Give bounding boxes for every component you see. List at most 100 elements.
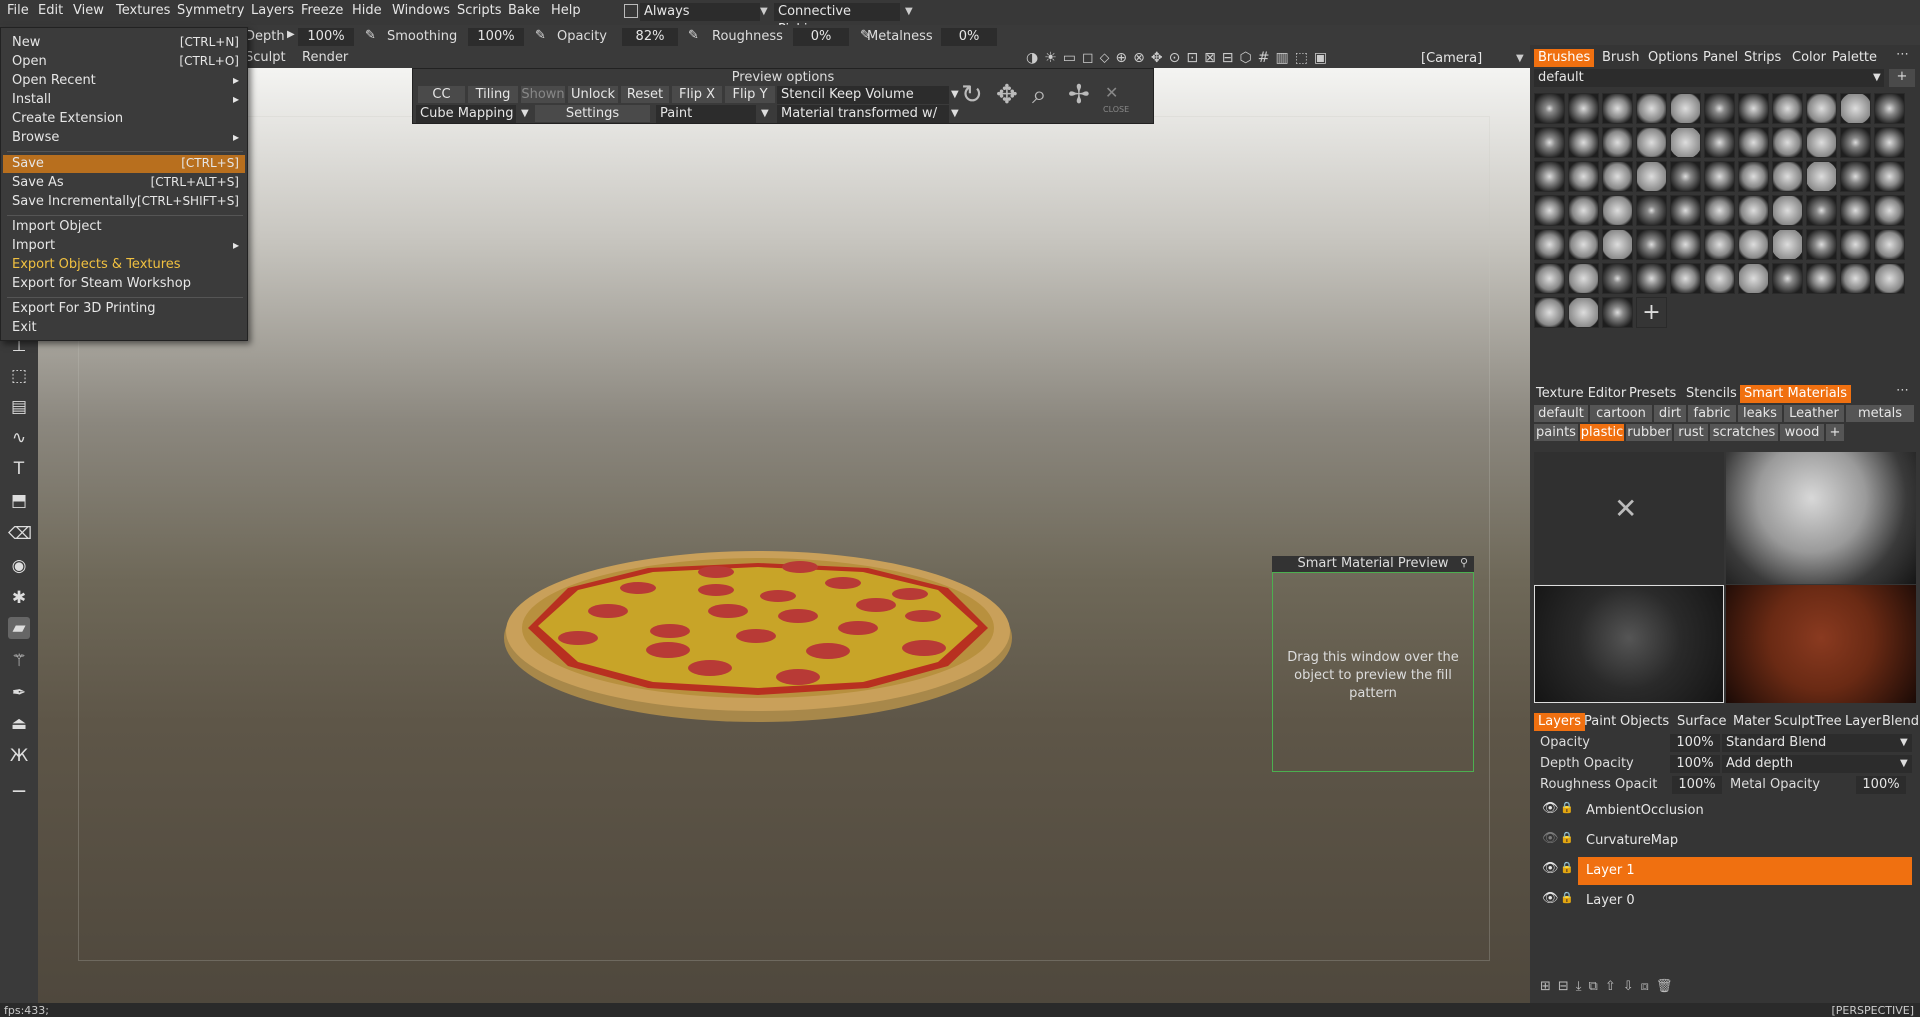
ruler-icon[interactable]: ⚊ <box>8 776 30 798</box>
brush-thumbnail[interactable] <box>1840 93 1871 124</box>
category-cartoon[interactable]: cartoon <box>1590 405 1652 422</box>
brush-thumbnail[interactable] <box>1602 263 1633 294</box>
brush-thumbnail[interactable] <box>1874 127 1905 158</box>
depth-mode-dropdown[interactable]: Add depth <box>1722 755 1912 773</box>
tab-layer-blending[interactable]: Layer <box>1845 713 1881 731</box>
brush-thumbnail[interactable] <box>1534 93 1565 124</box>
menu-hide[interactable]: Hide <box>352 3 382 18</box>
brush-thumbnail[interactable] <box>1534 263 1565 294</box>
menu-item-save-as[interactable]: Save As [CTRL+ALT+S] <box>3 174 245 192</box>
menu-freeze[interactable]: Freeze <box>301 3 343 18</box>
picking-dropdown[interactable]: Connective Picking <box>774 3 900 37</box>
brush-thumbnail[interactable] <box>1602 93 1633 124</box>
tab-color[interactable]: Color <box>1792 49 1826 67</box>
brush-thumbnail[interactable] <box>1840 229 1871 260</box>
menu-item-exit[interactable]: Exit <box>3 319 245 337</box>
brush-thumbnail[interactable] <box>1840 263 1871 294</box>
tiling-button[interactable]: Tiling <box>468 86 518 103</box>
tab-panel[interactable]: Panel <box>1703 49 1738 67</box>
brush-thumbnail[interactable] <box>1840 161 1871 192</box>
category-paints[interactable]: paints <box>1534 424 1578 441</box>
cc-button[interactable]: CC <box>418 86 465 103</box>
brush-thumbnail[interactable] <box>1874 161 1905 192</box>
tab-brushes[interactable]: Brushes <box>1534 49 1595 67</box>
stencil-mode-dropdown[interactable]: Stencil Keep Volume <box>777 86 949 104</box>
brush-thumbnail[interactable] <box>1806 161 1837 192</box>
menu-edit[interactable]: Edit <box>38 3 63 18</box>
always-checkbox[interactable] <box>624 4 638 18</box>
brush-thumbnail[interactable] <box>1840 195 1871 226</box>
menu-item-browse[interactable]: Browse ▸ <box>3 129 245 147</box>
brush-thumbnail[interactable] <box>1636 93 1667 124</box>
brush-thumbnail[interactable] <box>1534 127 1565 158</box>
rotate-icon[interactable]: ↻ <box>961 80 983 110</box>
category-wood[interactable]: wood <box>1780 424 1824 441</box>
tab-stencils[interactable]: Stencils <box>1686 385 1737 403</box>
add-category-button[interactable]: + <box>1826 424 1844 441</box>
brush-thumbnail[interactable] <box>1806 195 1837 226</box>
brush-thumbnail[interactable] <box>1738 161 1769 192</box>
brush-thumbnail[interactable] <box>1602 161 1633 192</box>
material-thumb-black-plastic[interactable] <box>1534 585 1724 703</box>
brush-thumbnail[interactable] <box>1806 93 1837 124</box>
brush-thumbnail[interactable] <box>1738 263 1769 294</box>
tab-sculpttree[interactable]: SculptTree <box>1774 713 1842 731</box>
metal-opacity-value[interactable]: 100% <box>1856 776 1906 794</box>
zoom-icon[interactable]: ⌕ <box>1032 80 1047 111</box>
scale-icon[interactable]: ✢ <box>1068 80 1090 110</box>
brush-thumbnail[interactable] <box>1874 195 1905 226</box>
brush-thumbnail[interactable] <box>1806 229 1837 260</box>
smart-material-preview-title[interactable]: Smart Material Preview <box>1272 556 1474 572</box>
pen-icon[interactable]: ✒ <box>8 682 30 704</box>
category-leaks[interactable]: leaks <box>1738 405 1782 422</box>
layer-row[interactable]: 👁 🔒 AmbientOcclusion <box>1538 797 1912 825</box>
brush-thumbnail[interactable] <box>1568 93 1599 124</box>
tab-texture-editor[interactable]: Texture Editor <box>1536 385 1626 403</box>
lock-icon[interactable]: 🔒 <box>1560 891 1574 904</box>
brush-thumbnail[interactable] <box>1670 93 1701 124</box>
brush-thumbnail[interactable] <box>1772 229 1803 260</box>
menu-textures[interactable]: Textures <box>116 3 170 18</box>
menu-item-install[interactable]: Install ▸ <box>3 91 245 109</box>
brush-thumbnail[interactable] <box>1806 263 1837 294</box>
brush-thumbnail[interactable] <box>1602 195 1633 226</box>
category-leather[interactable]: Leather <box>1784 405 1844 422</box>
depth-value[interactable]: 100% <box>298 28 354 46</box>
curve-icon[interactable]: ∿ <box>8 427 30 449</box>
move-icon[interactable]: ✥ <box>996 80 1018 110</box>
blend-mode-dropdown[interactable]: Standard Blend <box>1722 734 1912 752</box>
menu-item-save-incrementally[interactable]: Save Incrementally [CTRL+SHIFT+S] <box>3 193 245 211</box>
metalness-value[interactable]: 0% <box>941 28 997 46</box>
tab-palette[interactable]: Palette <box>1832 49 1877 67</box>
viewport-icons[interactable]: ◑☀▭◻⬦⊕⊗✥⊙⊡⊠⊟⬡#▥⬚▣ <box>1026 50 1406 68</box>
brush-thumbnail[interactable] <box>1568 127 1599 158</box>
eye-icon[interactable]: 👁 <box>1542 801 1559 816</box>
depth-opacity-value[interactable]: 100% <box>1670 755 1720 773</box>
menu-item-import-object[interactable]: Import Object <box>3 218 245 236</box>
brush-thumbnail[interactable] <box>1636 127 1667 158</box>
tab-materials[interactable]: Mater <box>1733 713 1771 731</box>
brush-thumbnail[interactable] <box>1602 297 1633 328</box>
tab-objects[interactable]: Objects <box>1620 713 1669 731</box>
brush-thumbnail[interactable] <box>1568 229 1599 260</box>
layer-opacity-value[interactable]: 100% <box>1670 734 1720 752</box>
layer-row[interactable]: 👁 🔒 Layer 0 <box>1538 887 1912 915</box>
menu-windows[interactable]: Windows <box>392 3 450 18</box>
brush-set-dropdown[interactable]: default <box>1534 69 1884 87</box>
brush-thumbnail[interactable] <box>1636 161 1667 192</box>
lock-icon[interactable]: 🔒 <box>1560 861 1574 874</box>
eye-icon[interactable]: 👁 <box>1542 861 1559 876</box>
sculpt-room-tab[interactable]: Sculpt <box>245 50 286 65</box>
category-rust[interactable]: rust <box>1674 424 1708 441</box>
brush-thumbnail[interactable] <box>1534 297 1565 328</box>
arrow-right-icon[interactable]: ▶ <box>287 29 295 40</box>
flip-x-button[interactable]: Flip X <box>672 86 722 103</box>
eye-icon[interactable]: ◉ <box>8 555 30 577</box>
menu-item-create-extension[interactable]: Create Extension <box>3 110 245 128</box>
menu-item-open[interactable]: Open [CTRL+O] <box>3 53 245 71</box>
brush-thumbnail[interactable] <box>1738 195 1769 226</box>
menu-bake[interactable]: Bake <box>508 3 540 18</box>
roughness-value[interactable]: 0% <box>793 28 849 46</box>
material-thumb-empty[interactable]: ✕ <box>1534 452 1724 584</box>
category-scratches[interactable]: scratches <box>1710 424 1778 441</box>
